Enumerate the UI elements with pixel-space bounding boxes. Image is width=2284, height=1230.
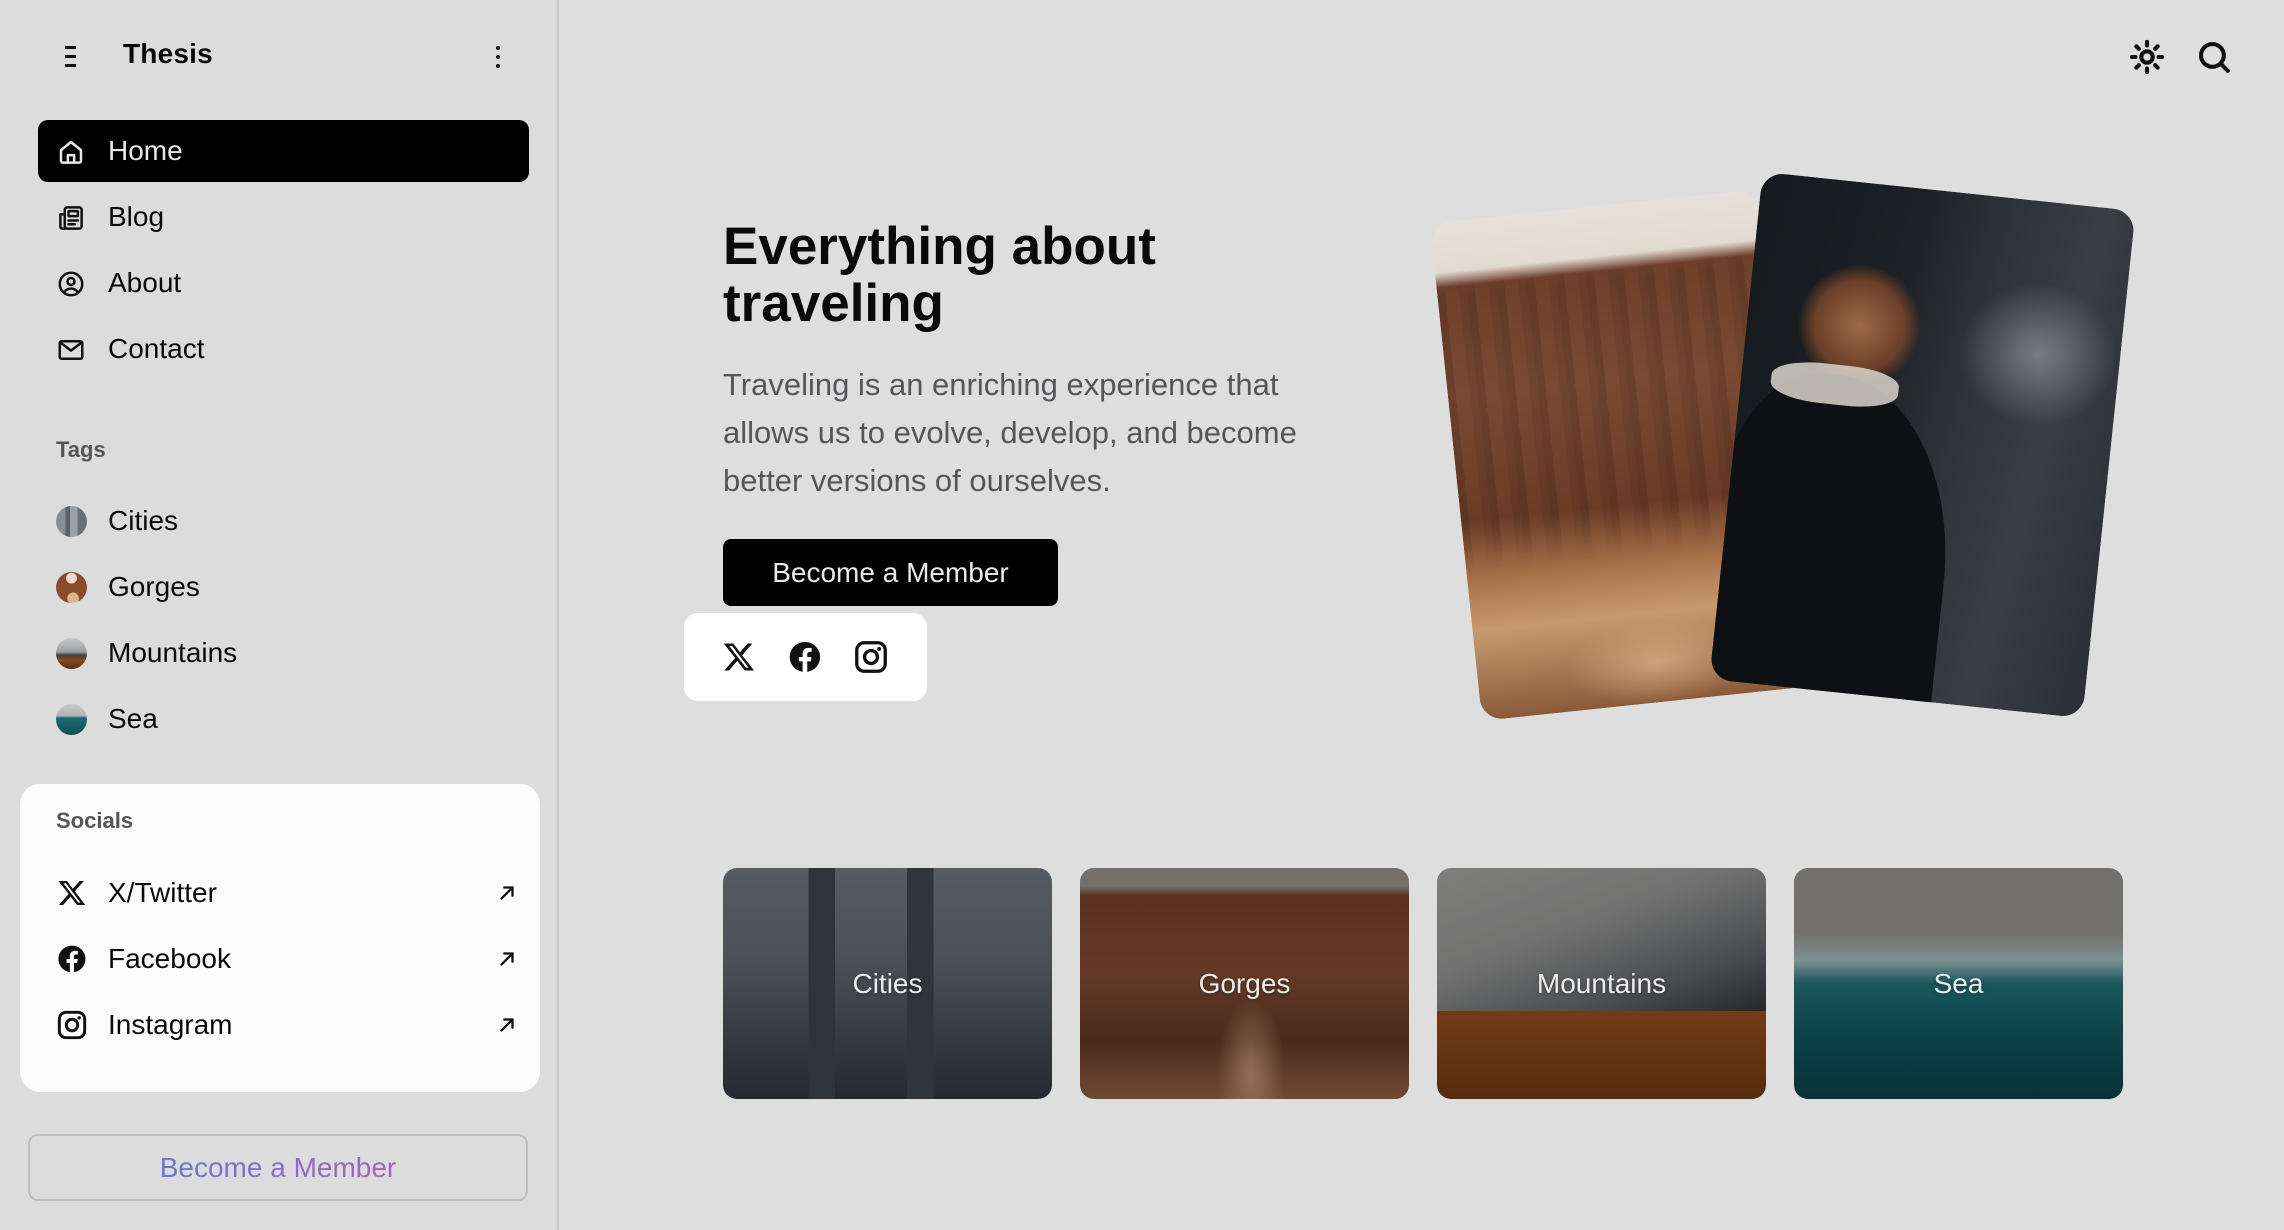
external-link-arrow-icon [496, 948, 518, 970]
tag-card-gorges[interactable]: Gorges [1080, 868, 1409, 1099]
social-link-instagram[interactable]: Instagram [38, 992, 528, 1058]
nav-label: Blog [108, 201, 165, 232]
instagram-icon[interactable] [853, 639, 889, 675]
social-link-facebook[interactable]: Facebook [38, 926, 528, 992]
socials-heading: Socials [56, 808, 134, 833]
home-icon [56, 137, 86, 167]
tag-item-cities[interactable]: Cities [38, 488, 529, 554]
tag-item-mountains[interactable]: Mountains [38, 620, 529, 686]
hero-description: Traveling is an enriching experience tha… [723, 367, 1297, 498]
bearded-man-waterfall-photo [1709, 171, 2136, 719]
tag-label: Mountains [108, 637, 238, 668]
mountains-thumbnail [56, 638, 87, 669]
tag-label: Cities [108, 505, 179, 536]
nav-item-blog[interactable]: Blog [38, 186, 529, 248]
instagram-icon [56, 1009, 88, 1041]
socials-list: X/Twitter Facebook Instagram [38, 860, 528, 1058]
cities-thumbnail [56, 506, 87, 537]
sidebar-become-member-button[interactable]: Become a Member [28, 1134, 528, 1201]
facebook-icon[interactable] [787, 639, 823, 675]
kebab-menu-icon[interactable] [486, 40, 510, 74]
tag-card-label: Sea [1933, 967, 1984, 999]
tag-label: Sea [108, 703, 158, 734]
search-icon[interactable] [2195, 38, 2233, 76]
tag-card-sea[interactable]: Sea [1794, 868, 2123, 1099]
nav-item-about[interactable]: About [38, 252, 529, 314]
nav-item-contact[interactable]: Contact [38, 318, 529, 380]
tags-list: Cities Gorges Mountains Sea [38, 488, 529, 752]
user-circle-icon [56, 269, 86, 299]
hamburger-icon[interactable] [60, 42, 84, 72]
tag-item-sea[interactable]: Sea [38, 686, 529, 752]
nav-label: About [108, 267, 182, 298]
tag-card-cities[interactable]: Cities [723, 868, 1052, 1099]
social-label: X/Twitter [108, 877, 217, 908]
social-label: Instagram [108, 1009, 233, 1040]
gorges-thumbnail [56, 572, 87, 603]
x-twitter-icon [56, 877, 88, 909]
newspaper-icon [56, 203, 86, 233]
tag-card-label: Mountains [1536, 967, 1667, 999]
social-link-x-twitter[interactable]: X/Twitter [38, 860, 528, 926]
nav-item-home[interactable]: Home [38, 120, 529, 182]
sidebar: Thesis Home Blog About Contact Tags Citi… [0, 0, 559, 1230]
tag-item-gorges[interactable]: Gorges [38, 554, 529, 620]
hero-social-links [684, 613, 927, 701]
tag-card-label: Cities [852, 967, 923, 999]
facebook-icon [56, 943, 88, 975]
social-label: Facebook [108, 943, 231, 974]
mail-icon [56, 335, 86, 365]
tags-heading: Tags [56, 437, 106, 462]
tag-label: Gorges [108, 571, 200, 602]
external-link-arrow-icon [496, 1014, 518, 1036]
x-twitter-icon[interactable] [721, 639, 757, 675]
socials-card: Socials X/Twitter Facebook Instagram [20, 784, 540, 1092]
sea-thumbnail [56, 704, 87, 735]
hero-title: Everything about traveling [723, 217, 1156, 333]
main-nav: Home Blog About Contact [38, 120, 529, 384]
nav-label: Contact [108, 333, 205, 364]
sidebar-become-member-label: Become a Member [159, 1151, 397, 1183]
hero-become-member-button[interactable]: Become a Member [723, 539, 1058, 606]
tag-card-label: Gorges [1198, 967, 1291, 999]
app-title: Thesis [123, 38, 213, 69]
sun-icon[interactable] [2128, 38, 2166, 76]
sidebar-header: Thesis [0, 30, 557, 84]
hero-become-member-label: Become a Member [772, 556, 1009, 588]
external-link-arrow-icon [496, 882, 518, 904]
tag-card-mountains[interactable]: Mountains [1437, 868, 1766, 1099]
nav-label: Home [108, 135, 183, 166]
